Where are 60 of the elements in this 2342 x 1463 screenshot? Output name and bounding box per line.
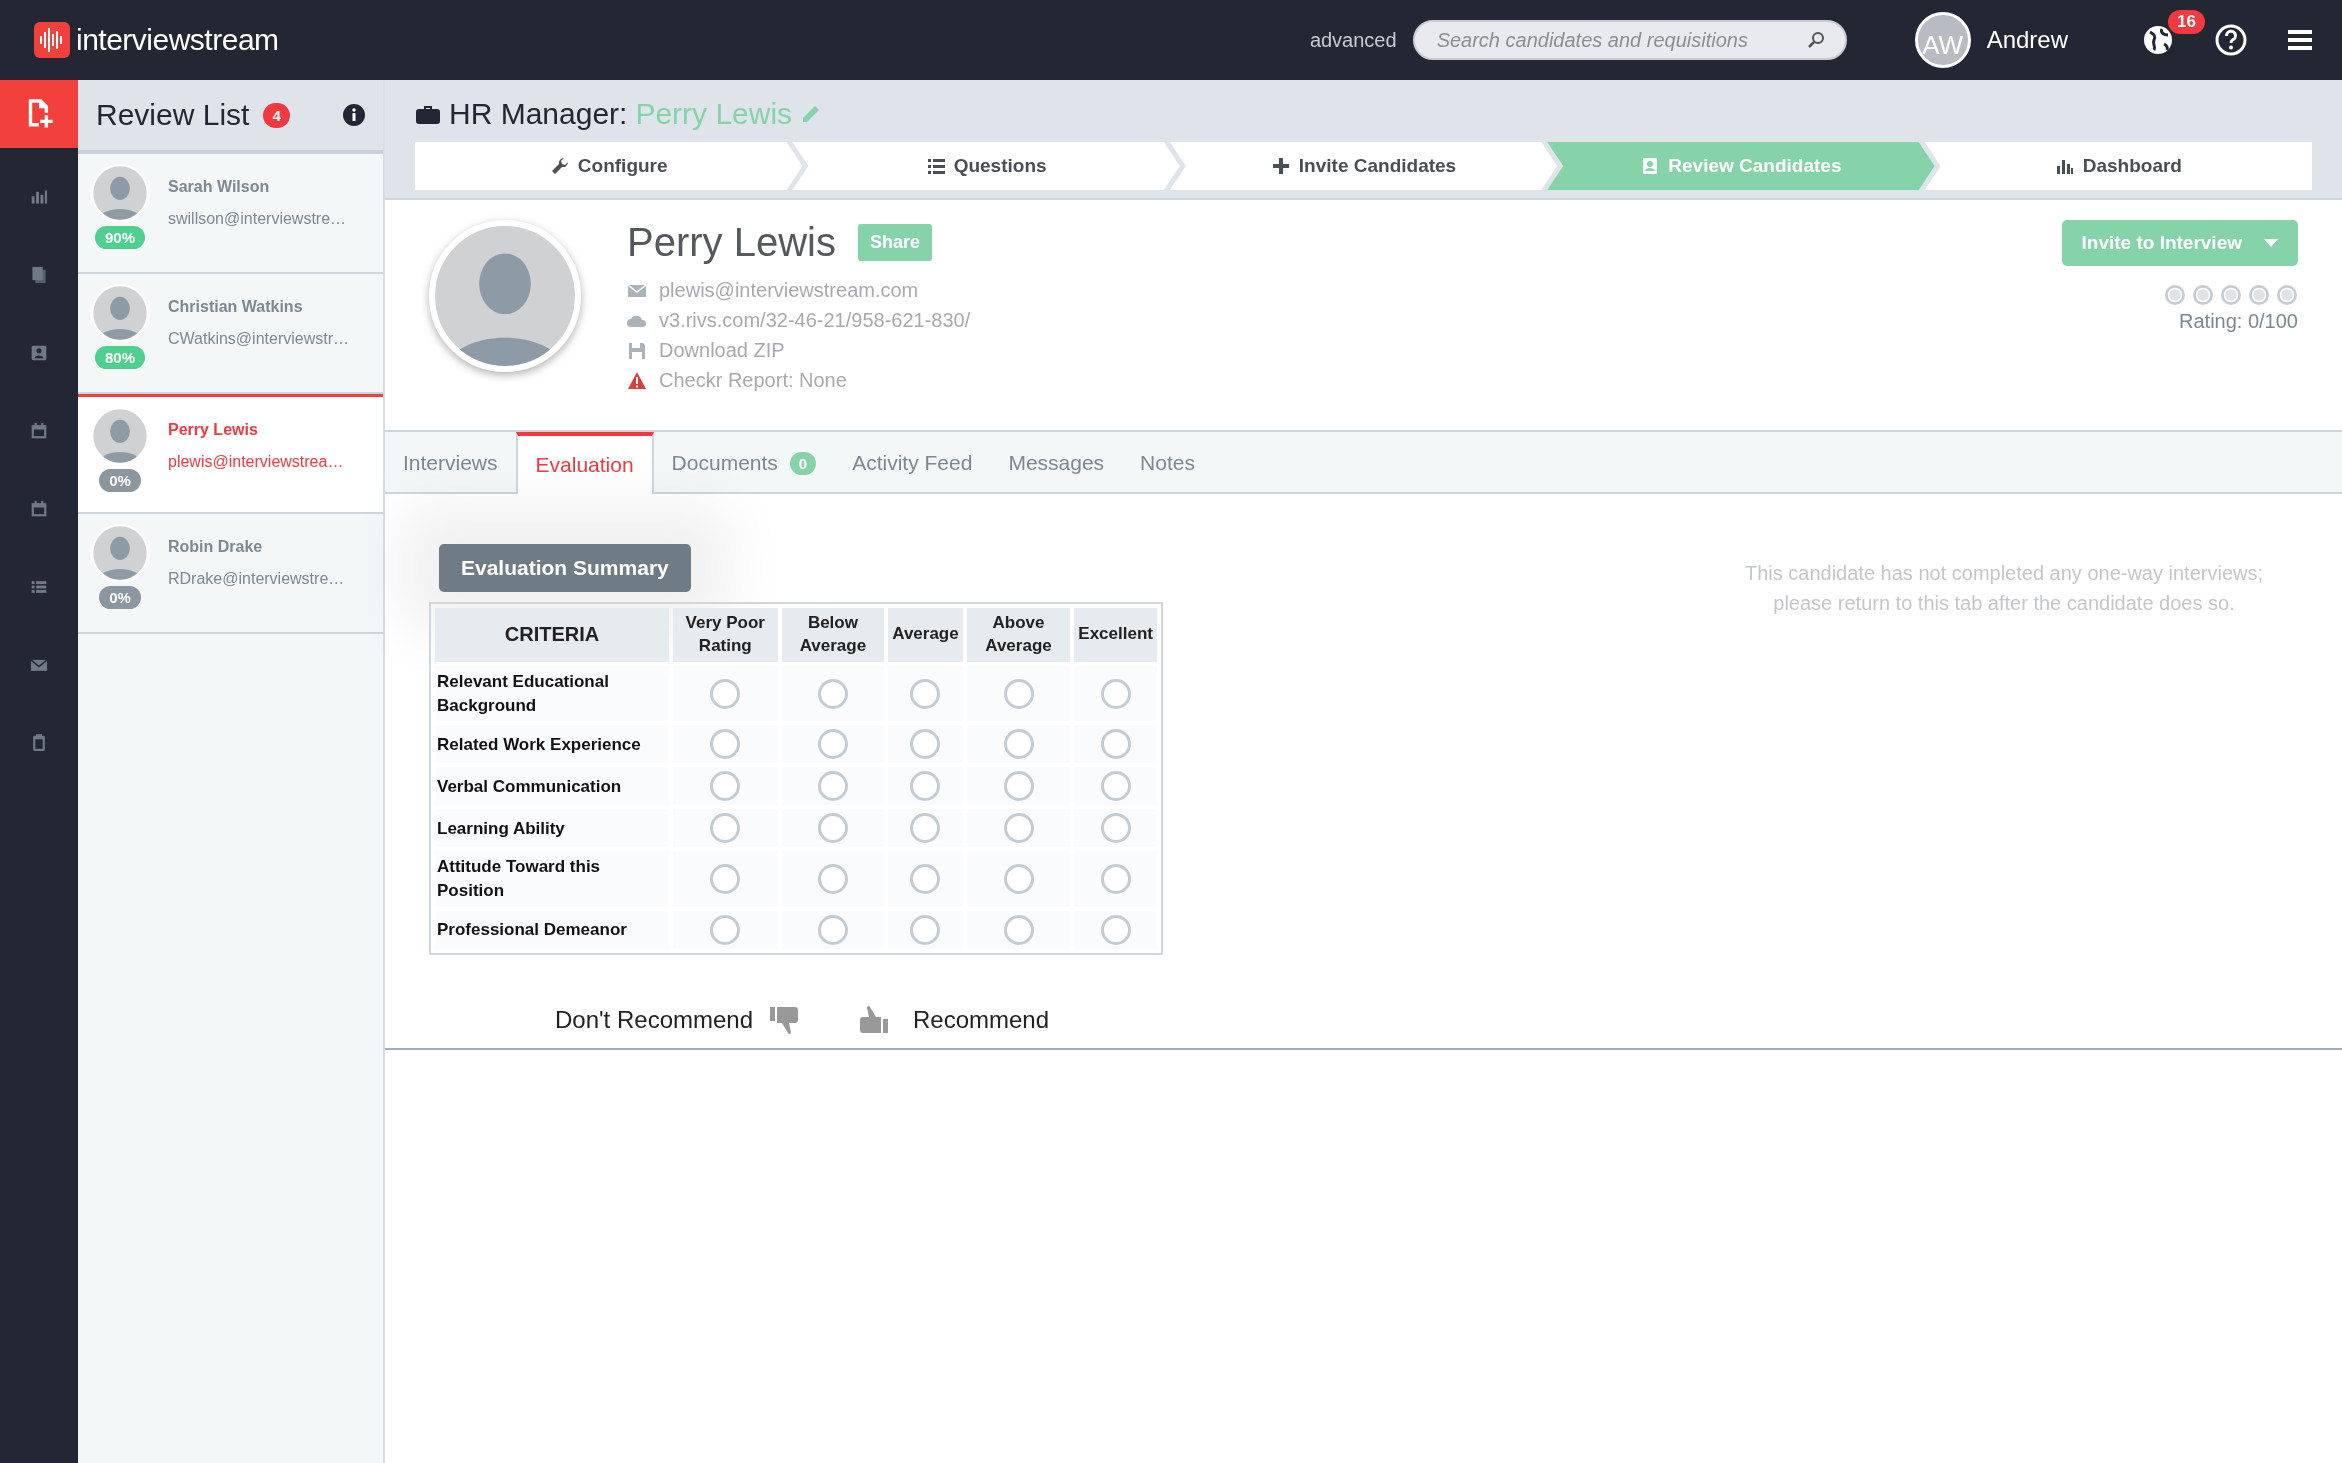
criterion-cell: Professional Demeanor xyxy=(435,911,669,950)
candidate-item[interactable]: 90% Sarah Wilson swillson@interviewstre… xyxy=(78,154,383,274)
workflow-step[interactable]: Invite Candidates xyxy=(1169,142,1558,190)
notification-badge: 16 xyxy=(2168,10,2205,34)
candidate-item[interactable]: 0% Perry Lewis plewis@interviewstrea… xyxy=(78,394,383,514)
candidate-name: Sarah Wilson xyxy=(168,178,271,196)
workflow-step[interactable]: Configure xyxy=(415,142,803,190)
advanced-search-link[interactable]: advanced xyxy=(1309,28,1397,52)
criterion-cell: Learning Ability xyxy=(435,809,669,848)
contact-detail[interactable]: v3.rivs.com/32-46-21/958-621-830/ xyxy=(659,309,971,332)
column-header: Below Average xyxy=(781,608,885,662)
contact-detail[interactable]: Checkr Report: None xyxy=(659,369,847,392)
empty-state-message: This candidate has not completed any one-way interviews; please return to this tab after the candidate does so. xyxy=(1743,561,2265,616)
column-header: Above Average xyxy=(966,608,1071,662)
search-field[interactable]: Search candidates and requisitions xyxy=(1412,20,1847,60)
tab[interactable]: Notes xyxy=(1122,434,1213,492)
score-badge: 80% xyxy=(95,346,145,369)
contact-detail: plewis@interviewstream.com xyxy=(659,279,919,302)
column-header: CRITERIA xyxy=(435,608,669,662)
column-header: Very Poor Rating xyxy=(673,608,778,662)
candidate-email: RDrake@interviewstre… xyxy=(168,570,345,588)
candidate-email: swillson@interviewstre… xyxy=(168,210,347,228)
candidate-item[interactable]: 0% Robin Drake RDrake@interviewstre… xyxy=(78,514,383,634)
share-button[interactable]: Share xyxy=(857,224,932,261)
contact-detail[interactable]: Download ZIP xyxy=(659,339,785,362)
candidate-email: CWatkins@interviewstr… xyxy=(168,330,349,348)
tab[interactable]: Evaluation xyxy=(515,432,654,494)
criterion-cell: Related Work Experience xyxy=(435,725,669,764)
workflow-step[interactable]: Questions xyxy=(792,142,1180,190)
score-badge: 0% xyxy=(99,586,141,609)
tab[interactable]: Interviews xyxy=(385,434,516,492)
evaluation-summary-button[interactable]: Evaluation Summary xyxy=(439,544,691,592)
tab[interactable]: Activity Feed xyxy=(834,434,991,492)
user-name[interactable]: Andrew xyxy=(1986,26,2068,54)
candidate-title: Perry Lewis xyxy=(627,220,836,265)
candidate-name: Robin Drake xyxy=(168,538,264,556)
candidate-email: plewis@interviewstrea… xyxy=(168,453,344,471)
criterion-cell: Verbal Communication xyxy=(435,767,669,806)
workflow-step[interactable]: Dashboard xyxy=(1924,142,2313,190)
user-avatar[interactable]: AW xyxy=(1914,12,1971,68)
score-badge: 0% xyxy=(99,469,141,492)
column-header: Excellent xyxy=(1074,608,1157,662)
score-badge: 90% xyxy=(95,226,145,249)
criterion-cell: Relevant Educational Background xyxy=(435,665,669,722)
page-title: HR Manager: xyxy=(449,97,628,131)
workflow-step[interactable]: Review Candidates xyxy=(1547,142,1935,190)
tab[interactable]: Documents 0 xyxy=(653,434,835,492)
candidate-name: Perry Lewis xyxy=(168,421,259,439)
candidate-name: Christian Watkins xyxy=(168,298,304,316)
dont-recommend-label: Don't Recommend xyxy=(555,1006,753,1035)
criterion-cell: Attitude Toward this Position xyxy=(435,851,669,908)
count-badge: 0 xyxy=(789,451,817,475)
panel-title: Review List xyxy=(96,98,250,132)
logo-text: interviewstream xyxy=(76,23,279,57)
rating-text: Rating: 0/100 xyxy=(2179,310,2298,333)
recommend-label: Recommend xyxy=(913,1006,1050,1035)
tab[interactable]: Messages xyxy=(990,434,1123,492)
count-badge: 4 xyxy=(263,102,290,128)
invite-button[interactable]: Invite to Interview xyxy=(2061,220,2298,266)
column-header: Average xyxy=(888,608,963,662)
